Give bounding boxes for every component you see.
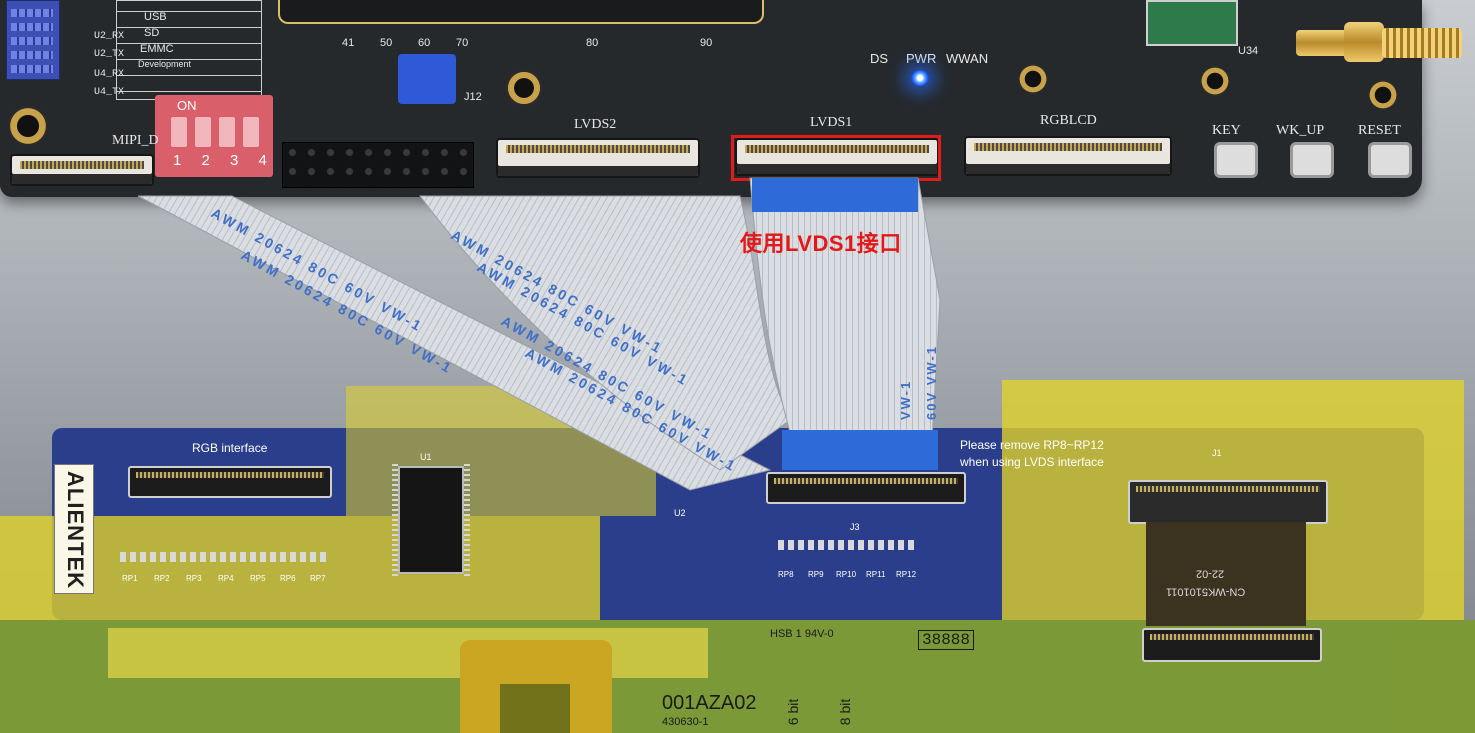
top-dev-board: USB SD EMMC Development U2_RX U2_TX U4_R…	[0, 0, 1462, 197]
resistor-pads-right	[778, 540, 914, 550]
rgblcd-connector[interactable]	[964, 136, 1172, 176]
silkscreen-table	[116, 0, 262, 100]
wkup-button[interactable]	[1290, 142, 1334, 178]
silk-rgblcd: RGBLCD	[1040, 113, 1097, 128]
mipi-connector[interactable]	[10, 154, 154, 186]
mount-hole-upper	[1018, 64, 1048, 94]
silk-wwan: WWAN	[946, 51, 989, 66]
bits-6: 6 bit	[785, 698, 802, 726]
silk-reset: RESET	[1358, 123, 1401, 138]
lcd-model: 001AZA02	[662, 692, 757, 714]
silk-u4tx: U4_TX	[94, 87, 125, 98]
large-header-connector	[278, 0, 764, 24]
rp11: RP11	[866, 570, 886, 579]
cable-print-left-2: AWM 20624 80C 60V VW-1	[239, 247, 457, 377]
blue-header-block	[6, 0, 60, 80]
key-button[interactable]	[1214, 142, 1258, 178]
cable-print-mid-2: AWM 20624 80C 60V VW-1	[475, 259, 693, 389]
resistor-pads-left	[120, 552, 330, 562]
cable-print-mid-1: AWM 20624 80C 60V VW-1	[449, 227, 667, 357]
silk-sd: SD	[144, 27, 160, 39]
brand-text: ALIENTEK	[63, 471, 88, 589]
silk-lvds2: LVDS2	[574, 117, 617, 132]
rgb-fpc-connector[interactable]	[128, 466, 332, 498]
mount-hole-mid	[506, 70, 542, 106]
scale-60: 60	[418, 37, 431, 49]
dip-on-label: ON	[177, 98, 197, 113]
panel-connector-lower	[1142, 628, 1322, 662]
silk-u2tx: U2_TX	[94, 49, 125, 60]
silk-wkup: WK_UP	[1276, 123, 1325, 138]
silk-key: KEY	[1212, 123, 1241, 138]
panel-flex-cable	[1146, 522, 1306, 626]
ic-u1	[392, 464, 470, 576]
silk-j12: J12	[464, 91, 482, 103]
dip-switch[interactable]: ON 1 2 3 4	[155, 95, 273, 177]
silk-u2: U2	[674, 508, 686, 518]
rp7: RP7	[310, 574, 326, 583]
silk-u34: U34	[1238, 45, 1259, 57]
lvds2-connector[interactable]	[496, 138, 700, 178]
scale-90: 90	[700, 37, 713, 49]
silk-u1: U1	[420, 452, 432, 462]
rp6: RP6	[280, 574, 296, 583]
rp1: RP1	[122, 574, 138, 583]
fpc-code: CN-WK5101011	[1166, 585, 1246, 598]
mount-hole-right	[1368, 80, 1398, 110]
silk-u2rx: U2_RX	[94, 31, 125, 42]
rp10: RP10	[836, 570, 857, 579]
rp8: RP8	[778, 570, 794, 579]
cable-print-right-b: 60V VW-1	[924, 345, 939, 420]
rgb-interface-label: RGB interface	[192, 441, 268, 455]
lvds-fpc-connector[interactable]	[766, 472, 966, 504]
rp4: RP4	[218, 574, 234, 583]
scale-50: 50	[380, 37, 393, 49]
mount-hole-upper-2	[1200, 66, 1230, 96]
photo-scene: USB SD EMMC Development U2_RX U2_TX U4_R…	[0, 0, 1475, 733]
silk-pwr: PWR	[906, 51, 937, 66]
cable-print-right-a: VW-1	[898, 380, 913, 420]
rp3: RP3	[186, 574, 202, 583]
mount-hole-left	[8, 106, 48, 146]
rp9: RP9	[808, 570, 824, 579]
silk-usb: USB	[144, 11, 167, 23]
lvds1-highlight-box	[731, 135, 941, 181]
fpc-code-2: 22-02	[1196, 567, 1225, 580]
scale-41: 41	[342, 37, 355, 49]
j1-fpc-connector[interactable]	[1128, 480, 1328, 524]
instruction-caption: 使用LVDS1接口	[740, 231, 902, 256]
rp12: RP12	[896, 570, 917, 579]
scale-70: 70	[456, 37, 469, 49]
jumper-block	[398, 54, 456, 104]
pin-header[interactable]	[282, 142, 474, 188]
silk-emmc: EMMC	[140, 43, 174, 55]
lcd-model-sub: 430630-1	[662, 716, 709, 728]
power-led	[911, 70, 929, 86]
notice-line-2: when using LVDS interface	[960, 455, 1104, 469]
cable-print-left-1: AWM 20624 80C 60V VW-1	[209, 205, 427, 335]
rp2: RP2	[154, 574, 170, 583]
silk-j1: J1	[1212, 448, 1222, 458]
silk-lvds1: LVDS1	[810, 115, 853, 130]
hsb-mark: HSB 1 94V-0	[770, 628, 834, 640]
wireless-module	[1146, 0, 1238, 46]
reset-button[interactable]	[1368, 142, 1412, 178]
alientek-logo: ALIENTEK	[54, 464, 94, 594]
scale-80: 80	[586, 37, 599, 49]
dip-numbers: 1 2 3 4	[173, 152, 275, 169]
lcd-number-box: 38888	[918, 630, 975, 650]
silk-mipi: MIPI_D	[112, 133, 159, 148]
bits-8: 8 bit	[837, 698, 854, 726]
rp5: RP5	[250, 574, 266, 583]
silk-j3: J3	[850, 522, 860, 532]
silk-development: Development	[138, 59, 192, 69]
silk-ds: DS	[870, 51, 889, 66]
notice-line-1: Please remove RP8~RP12	[960, 438, 1104, 452]
sma-antenna-connector	[1296, 16, 1462, 68]
silk-u4rx: U4_RX	[94, 69, 125, 80]
cable-vertical	[749, 177, 941, 441]
